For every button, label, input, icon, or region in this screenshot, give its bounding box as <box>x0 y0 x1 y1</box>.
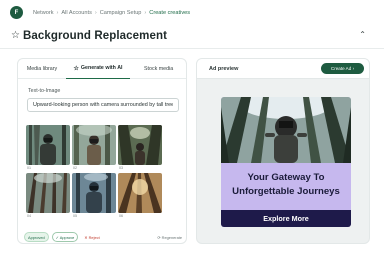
generated-thumbnail[interactable] <box>72 173 116 213</box>
top-nav: F Network › All Accounts › Campaign Setu… <box>0 0 384 25</box>
generated-thumbnail[interactable] <box>118 125 162 165</box>
generated-thumbnail[interactable] <box>26 173 70 213</box>
header-divider <box>0 48 384 49</box>
tab-label: Media library <box>26 65 58 72</box>
breadcrumb-separator-icon: › <box>144 9 147 16</box>
create-ad-button[interactable]: Create Ad › <box>321 63 364 74</box>
thumbnail-caption: 06 <box>119 214 123 218</box>
breadcrumb-separator-icon: › <box>94 9 97 16</box>
thumbnail-caption: 05 <box>73 214 77 218</box>
approve-button[interactable]: ✓ Approve <box>51 232 79 242</box>
image-actions: Approved ✓ Approve ✕ Reject ⟳ Regenerate <box>24 232 184 242</box>
breadcrumb-all-accounts[interactable]: All Accounts <box>61 10 91 16</box>
ad-preview-label: Ad preview <box>209 66 239 72</box>
tab-label: Stock media <box>144 65 174 72</box>
tab-stock-media[interactable]: Stock media <box>130 59 186 79</box>
ad-cta-button[interactable]: Explore More <box>221 210 351 227</box>
ad-preview-panel: Ad preview Create Ad › Your Gateway To U… <box>196 58 370 244</box>
approved-badge: Approved <box>24 232 49 242</box>
generated-thumbnail[interactable] <box>72 125 116 165</box>
text-to-image-label: Text-to-Image <box>28 88 61 94</box>
tab-generate-with-ai[interactable]: ☆ Generate with AI <box>66 59 130 79</box>
reject-button[interactable]: ✕ Reject <box>81 233 102 241</box>
page-header: ☆ Background Replacement ⌃ <box>0 25 384 47</box>
generated-image-grid: 01 02 03 04 05 06 <box>26 125 180 233</box>
ad-preview-header: Ad preview Create Ad › <box>197 59 369 79</box>
chevron-up-icon[interactable]: ⌃ <box>359 30 366 39</box>
page-title: Background Replacement <box>22 30 168 42</box>
star-icon[interactable]: ☆ <box>11 31 20 41</box>
ad-headline-line: Unforgettable Journeys <box>232 186 340 197</box>
media-tabs: Media library ☆ Generate with AI Stock me… <box>18 59 186 79</box>
breadcrumb-network[interactable]: Network <box>33 10 54 16</box>
tab-label: Generate with AI <box>80 65 123 71</box>
brand-logo[interactable]: F <box>10 6 23 19</box>
breadcrumb: Network › All Accounts › Campaign Setup … <box>33 10 190 16</box>
ad-headline: Your Gateway To Unforgettable Journeys <box>221 171 351 199</box>
thumbnail-caption: 01 <box>27 166 31 170</box>
sparkle-icon: ☆ <box>73 65 79 72</box>
ad-headline-line: Your Gateway To <box>247 172 325 183</box>
generated-thumbnail[interactable] <box>26 125 70 165</box>
breadcrumb-separator-icon: › <box>56 9 59 16</box>
breadcrumb-campaign-setup[interactable]: Campaign Setup <box>100 10 142 16</box>
breadcrumb-create-creatives: Create creatives <box>149 9 191 16</box>
thumbnail-caption: 02 <box>73 166 77 170</box>
ad-hero-image <box>221 97 351 163</box>
media-source-panel: Media library ☆ Generate with AI Stock me… <box>17 58 187 244</box>
regenerate-button[interactable]: ⟳ Regenerate <box>157 235 182 240</box>
generated-thumbnail[interactable] <box>118 173 162 213</box>
thumbnail-caption: 03 <box>119 166 123 170</box>
tab-media-library[interactable]: Media library <box>18 59 66 79</box>
thumbnail-caption: 04 <box>27 214 31 218</box>
prompt-input[interactable] <box>27 98 179 112</box>
ad-creative: Your Gateway To Unforgettable Journeys E… <box>221 97 351 227</box>
